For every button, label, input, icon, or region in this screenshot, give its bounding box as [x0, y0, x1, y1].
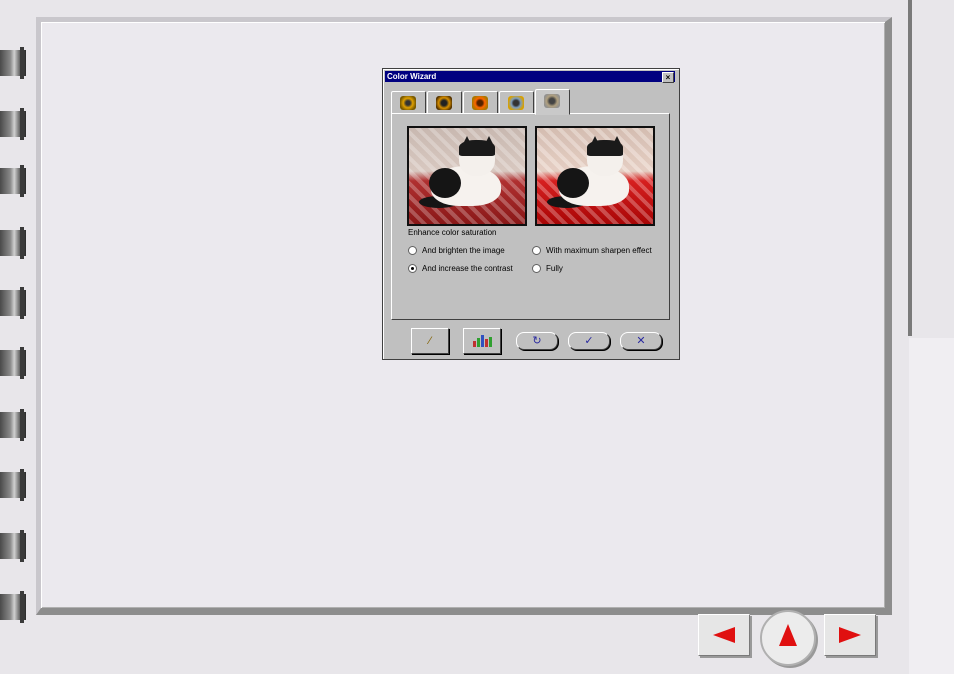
- reset-button[interactable]: ↻: [516, 332, 558, 350]
- histogram-icon: [472, 335, 492, 347]
- preview-before-image: [407, 126, 527, 226]
- histogram-button[interactable]: [463, 328, 501, 354]
- binder-ring: [0, 591, 26, 623]
- ok-button[interactable]: ✓: [568, 332, 610, 350]
- binder-ring: [0, 469, 26, 501]
- tab-filter-1[interactable]: [391, 91, 426, 114]
- color-wizard-dialog: Color Wizard × Enhance color saturation …: [382, 68, 680, 360]
- tab-filter-5[interactable]: [535, 89, 570, 115]
- close-icon[interactable]: ×: [662, 72, 674, 83]
- tab-filter-3[interactable]: [463, 91, 498, 114]
- option-fully[interactable]: Fully: [532, 264, 563, 273]
- binder-ring: [0, 108, 26, 140]
- binder-ring: [0, 530, 26, 562]
- tab-filter-4[interactable]: [499, 91, 534, 114]
- tab-panel: Enhance color saturation And brighten th…: [391, 113, 670, 320]
- option-contrast[interactable]: And increase the contrast: [408, 264, 513, 273]
- radio-contrast[interactable]: [408, 264, 417, 273]
- sunflower-filter-icon: [544, 94, 560, 108]
- radio-brighten[interactable]: [408, 246, 417, 255]
- magic-wand-icon: ⁄: [429, 334, 431, 347]
- dialog-title: Color Wizard: [387, 72, 437, 81]
- binder-rings: [0, 0, 36, 674]
- binder-ring: [0, 287, 26, 319]
- arrow-left-icon: [713, 627, 735, 643]
- magic-wand-button[interactable]: ⁄: [411, 328, 449, 354]
- binder-ring: [0, 347, 26, 379]
- binder-ring: [0, 409, 26, 441]
- prev-page-button[interactable]: [698, 614, 750, 656]
- sunflower-filter-icon: [508, 96, 524, 110]
- page-edge-line: [908, 0, 912, 336]
- sunflower-filter-icon: [472, 96, 488, 110]
- binder-ring: [0, 47, 26, 79]
- option-contrast-label: And increase the contrast: [422, 264, 513, 273]
- option-max-sharpen-label: With maximum sharpen effect: [546, 246, 652, 255]
- sunflower-filter-icon: [400, 96, 416, 110]
- tab-filter-2[interactable]: [427, 91, 462, 114]
- option-brighten[interactable]: And brighten the image: [408, 246, 505, 255]
- cancel-icon: ✕: [636, 334, 646, 347]
- option-max-sharpen[interactable]: With maximum sharpen effect: [532, 246, 652, 255]
- option-brighten-label: And brighten the image: [422, 246, 505, 255]
- check-icon: ✓: [584, 334, 594, 347]
- preview-after-image: [535, 126, 655, 226]
- radio-fully[interactable]: [532, 264, 541, 273]
- binder-ring: [0, 227, 26, 259]
- home-up-button[interactable]: [760, 610, 816, 666]
- next-page-button[interactable]: [824, 614, 876, 656]
- sunflower-filter-icon: [436, 96, 452, 110]
- section-label: Enhance color saturation: [408, 228, 497, 237]
- radio-max-sharpen[interactable]: [532, 246, 541, 255]
- cancel-button[interactable]: ✕: [620, 332, 662, 350]
- binder-ring: [0, 165, 26, 197]
- reset-icon: ↻: [532, 334, 542, 347]
- arrow-right-icon: [839, 627, 861, 643]
- page-lower-margin: [909, 338, 954, 674]
- option-fully-label: Fully: [546, 264, 563, 273]
- arrow-up-icon: [779, 624, 797, 646]
- dialog-titlebar: Color Wizard ×: [385, 71, 675, 83]
